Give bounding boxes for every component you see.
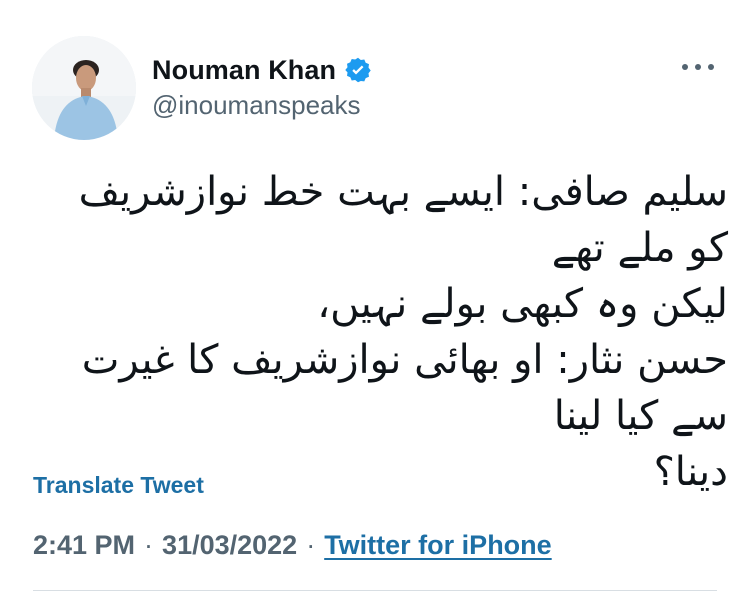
dot-icon [708,64,714,70]
tweet-text: سلیم صافی: ایسے بہت خط نوازشریف کو ملے ت… [28,164,728,500]
display-name[interactable]: Nouman Khan [152,55,336,86]
meta-separator: · [306,530,316,560]
tweet-line: سلیم صافی: ایسے بہت خط نوازشریف کو ملے ت… [78,169,728,271]
meta-separator: · [144,530,154,560]
tweet-line: حسن نثار: او بھائی نوازشریف کا غیرت سے ک… [81,337,728,439]
avatar[interactable] [32,36,136,140]
profile-photo-icon [32,36,136,140]
dot-icon [695,64,701,70]
tweet-date[interactable]: 31/03/2022 [162,530,297,561]
author-handle[interactable]: @inoumanspeaks [152,90,361,121]
tweet-meta: 2:41 PM · 31/03/2022 · Twitter for iPhon… [33,530,552,561]
tweet-line: لیکن وہ کبھی بولے نہیں، [317,281,728,327]
author-name-row: Nouman Khan [152,52,372,88]
tweet-card: Nouman Khan @inoumanspeaks سلیم صافی: ای… [0,0,750,611]
tweet-time[interactable]: 2:41 PM [33,530,135,561]
translate-tweet-link[interactable]: Translate Tweet [33,472,204,499]
more-options-icon[interactable] [682,56,714,78]
verified-badge-icon [344,56,372,84]
tweet-source-link[interactable]: Twitter for iPhone [324,530,552,561]
dot-icon [682,64,688,70]
divider [33,590,717,591]
